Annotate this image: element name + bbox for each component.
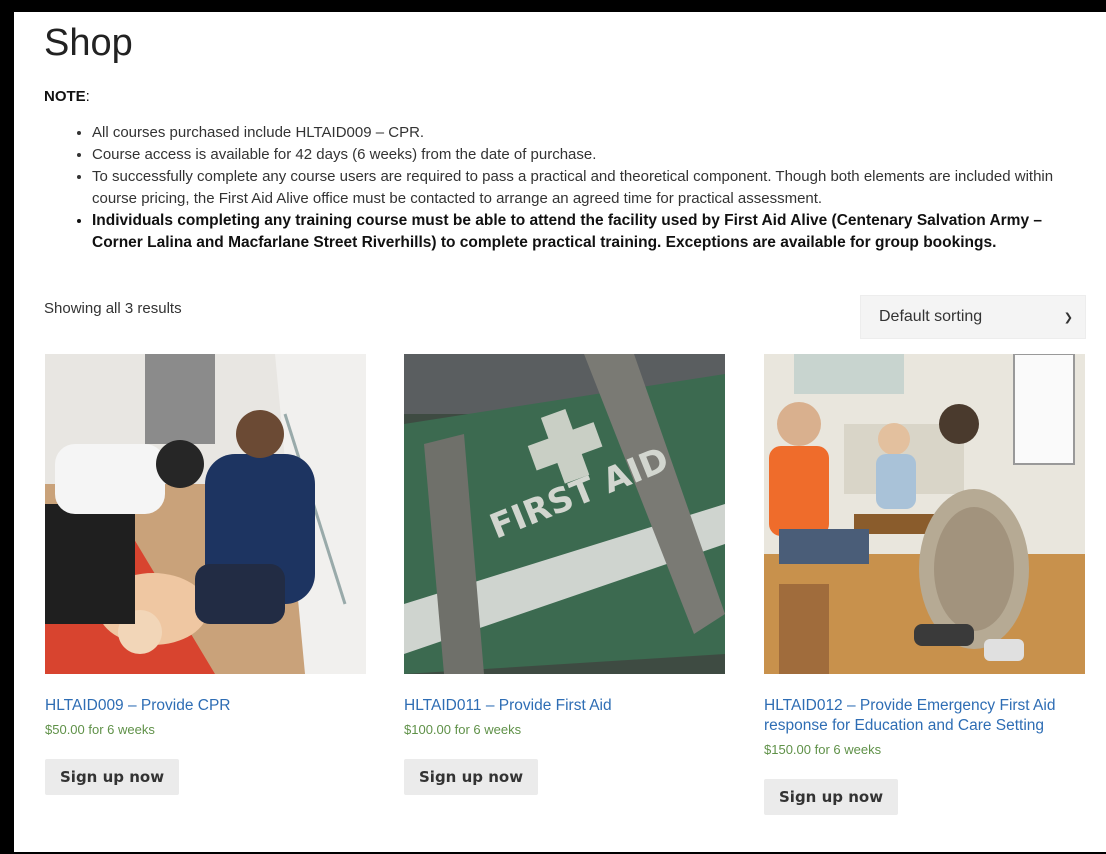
product-price: $150.00 for 6 weeks: [764, 742, 882, 757]
sign-up-button[interactable]: Sign up now: [764, 779, 899, 815]
product-price: $100.00 for 6 weeks: [404, 722, 522, 737]
product-image[interactable]: [764, 354, 1085, 674]
product-image[interactable]: FIRST AID: [404, 354, 725, 674]
page-title: Shop: [44, 22, 133, 64]
result-count: Showing all 3 results: [44, 300, 182, 317]
list-item: To successfully complete any course user…: [92, 166, 1092, 210]
shop-page: Shop NOTE: All courses purchased include…: [14, 12, 1106, 852]
list-item: All courses purchased include HLTAID009 …: [92, 122, 1092, 144]
product-title-link[interactable]: HLTAID009 – Provide CPR: [45, 696, 366, 716]
list-item: Course access is available for 42 days (…: [92, 144, 1092, 166]
sorting-selected-value: Default sorting: [879, 308, 983, 325]
sign-up-button[interactable]: Sign up now: [45, 759, 180, 795]
cpr-training-photo: [45, 354, 366, 674]
product-card: HLTAID012 – Provide Emergency First Aid …: [764, 354, 1085, 815]
chevron-down-icon: ❯: [1063, 311, 1073, 324]
product-title-link[interactable]: HLTAID011 – Provide First Aid: [404, 696, 725, 716]
list-item: Individuals completing any training cour…: [92, 210, 1092, 254]
product-card: FIRST AID HLTAID011 – Provide First Aid …: [404, 354, 725, 795]
sign-up-button[interactable]: Sign up now: [404, 759, 539, 795]
first-aid-bag-photo: FIRST AID: [404, 354, 725, 674]
product-image[interactable]: [45, 354, 366, 674]
notes-list: All courses purchased include HLTAID009 …: [62, 122, 1092, 254]
product-card: HLTAID009 – Provide CPR $50.00 for 6 wee…: [45, 354, 366, 795]
product-price: $50.00 for 6 weeks: [45, 722, 155, 737]
sorting-select[interactable]: Default sorting ❯: [860, 295, 1086, 339]
note-label: NOTE:: [44, 88, 90, 105]
classroom-photo: [764, 354, 1085, 674]
product-title-link[interactable]: HLTAID012 – Provide Emergency First Aid …: [764, 696, 1085, 736]
